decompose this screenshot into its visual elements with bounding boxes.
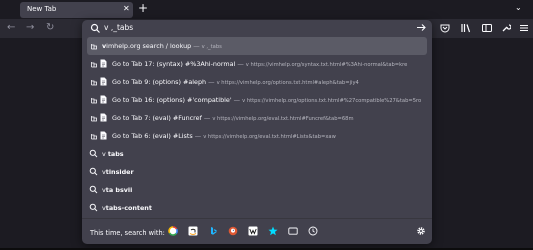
suggestion-completion: tabs [107,150,124,158]
pocket-icon[interactable] [440,23,450,33]
url-value[interactable]: v ,_tabs [104,23,133,32]
result-row-tab[interactable]: Go to Tab 17: (syntax) #%3Ahi-normal — v… [87,55,427,73]
extensions-wrench-icon[interactable] [501,23,511,33]
result-title: Go to Tab 9: (options) #aleph [112,78,207,86]
reload-icon[interactable]: ↻ [46,22,54,34]
result-dash: — [237,60,244,68]
history-icon[interactable] [308,226,318,236]
result-row-search[interactable]: vimhelp.org search / lookup — v ,_tabs [87,37,427,55]
result-title: imhelp.org search / lookup [106,42,192,50]
forward-arrow-icon[interactable]: → [26,22,34,34]
result-url: v https://vimhelp.org/eval.txt.html#List… [203,134,336,140]
result-url: v https://vimhelp.org/options.txt.html#%… [242,98,422,104]
google-icon[interactable] [168,226,178,236]
result-url: v https://vimhelp.org/options.txt.html#a… [216,80,359,86]
result-dash: — [193,42,200,50]
search-icon [90,23,100,33]
result-dash: — [194,132,202,140]
result-dash: — [203,114,211,122]
search-icon [89,167,98,176]
go-arrow-icon[interactable] [416,22,427,33]
result-row-suggestion[interactable]: v tabs [87,145,427,163]
tab-strip: New Tab ✕ + ⌄ [0,0,533,19]
result-dash: — [233,96,241,104]
result-row-tab[interactable]: Go to Tab 7: (eval) #Funcref — v https:/… [87,109,427,127]
sidebar-icon[interactable] [482,23,492,33]
document-icon [100,77,107,86]
tab-title: New Tab [27,5,57,13]
chevron-down-icon[interactable]: ⌄ [515,3,522,12]
result-url: v https://vimhelp.org/syntax.txt.html#%3… [245,62,408,68]
result-row-tab[interactable]: Go to Tab 16: (options) #'compatible' — … [87,91,427,109]
tab-hand-icon [91,116,97,122]
result-row-suggestion[interactable]: vtabs-content [87,199,427,217]
result-url: v ,_tabs [201,44,222,50]
bookmarks-star-icon[interactable] [268,226,278,236]
close-icon[interactable]: ✕ [123,4,130,14]
new-tab-button[interactable]: + [138,1,148,16]
search-icon [89,203,98,212]
bing-icon[interactable] [208,226,218,236]
result-title: Go to Tab 6: (eval) #Lists [112,132,193,140]
search-icon [89,149,98,158]
document-icon [100,113,107,122]
tab-hand-icon [91,62,97,68]
gear-icon[interactable] [416,226,426,236]
results-list: vimhelp.org search / lookup — v ,_tabs G… [87,37,427,217]
menu-hamburger-icon[interactable] [519,23,529,33]
library-icon[interactable] [461,23,471,33]
tab-hand-icon [91,98,97,104]
result-row-tab[interactable]: Go to Tab 6: (eval) #Lists — v https://v… [87,127,427,145]
tab-hand-icon [91,80,97,86]
wikipedia-icon[interactable] [248,226,258,236]
amazon-icon[interactable] [188,226,198,236]
result-title: Go to Tab 7: (eval) #Funcref [112,114,202,122]
url-input[interactable]: v ,_tabs [87,22,427,38]
duckduckgo-icon[interactable] [228,226,238,236]
result-url: v https://vimhelp.org/eval.txt.html#Func… [212,116,354,122]
tab-new-tab[interactable]: New Tab ✕ [20,2,133,18]
urlbar-popup: v ,_tabs vimhelp.org search / lookup — v… [82,20,432,244]
result-row-suggestion[interactable]: vta bsvii [87,181,427,199]
result-dash: — [208,78,215,86]
tab-hand-icon [91,44,97,50]
suggestion-completion: tabs-content [105,204,152,212]
result-row-tab[interactable]: Go to Tab 9: (options) #aleph — v https:… [87,73,427,91]
suggestion-completion: ta bsvii [105,186,133,194]
tab-hand-icon [91,134,97,140]
back-arrow-icon[interactable]: ← [7,22,15,34]
result-row-suggestion[interactable]: vtinsider [87,163,427,181]
document-icon [100,95,107,104]
tabs-icon[interactable] [288,226,298,236]
result-title: Go to Tab 17: (syntax) #%3Ahi-normal [112,60,236,68]
result-title: Go to Tab 16: (options) #'compatible' [112,96,232,104]
search-with-label: This time, search with: [90,229,165,237]
one-off-search-bar: This time, search with: [82,218,432,244]
document-icon [100,131,107,140]
suggestion-completion: tinsider [105,168,134,176]
document-icon [100,59,107,68]
search-icon [89,185,98,194]
